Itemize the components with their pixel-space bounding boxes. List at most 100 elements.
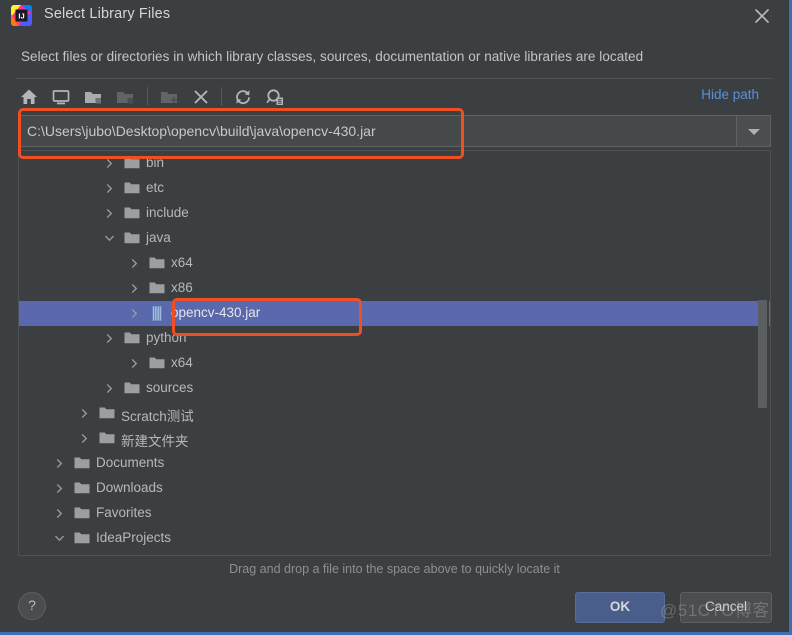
toolbar-separator-2 xyxy=(221,87,222,106)
chevron-right-icon[interactable] xyxy=(127,351,141,376)
tree-row[interactable]: include xyxy=(19,201,770,226)
folder-icon xyxy=(149,356,165,371)
window-title: Select Library Files xyxy=(44,6,171,22)
tree-row[interactable]: sources xyxy=(19,376,770,401)
path-combo[interactable] xyxy=(18,115,771,147)
folder-icon xyxy=(124,331,140,346)
folder-up-icon xyxy=(112,84,138,110)
tree-row-label: Documents xyxy=(96,455,165,470)
tree-row-label: Downloads xyxy=(96,480,163,495)
cancel-label: Cancel xyxy=(704,599,748,614)
tree-row-label: python xyxy=(146,330,187,345)
drag-drop-hint: Drag and drop a file into the space abov… xyxy=(229,562,560,576)
hide-path-link[interactable]: Hide path xyxy=(701,87,759,102)
file-chooser-toolbar: Hide path xyxy=(16,82,773,112)
ok-label: OK xyxy=(609,599,631,614)
chevron-right-icon[interactable] xyxy=(52,476,66,501)
select-library-files-dialog: IJ Select Library Files Select files or … xyxy=(0,0,792,635)
tree-row-label: Favorites xyxy=(96,505,152,520)
folder-module-icon[interactable] xyxy=(80,84,106,110)
header-divider xyxy=(16,78,773,79)
folder-icon xyxy=(74,531,90,546)
close-icon[interactable] xyxy=(751,5,773,27)
chevron-right-icon[interactable] xyxy=(127,276,141,301)
help-button[interactable]: ? xyxy=(18,592,46,620)
tree-row-label: sources xyxy=(146,380,194,395)
home-icon[interactable] xyxy=(16,84,42,110)
tree-row[interactable]: python xyxy=(19,326,770,351)
folder-icon xyxy=(124,231,140,246)
folder-icon xyxy=(124,181,140,196)
folder-icon xyxy=(124,381,140,396)
chevron-right-icon[interactable] xyxy=(77,401,91,426)
folder-add-icon xyxy=(156,84,182,110)
folder-icon xyxy=(74,481,90,496)
folder-icon xyxy=(149,281,165,296)
tree-scrollbar-track[interactable] xyxy=(758,152,769,555)
cancel-button[interactable]: Cancel xyxy=(680,592,772,623)
tree-row-label: x64 xyxy=(171,355,193,370)
tree-row[interactable]: etc xyxy=(19,176,770,201)
desktop-icon[interactable] xyxy=(48,84,74,110)
tree-row[interactable]: x64 xyxy=(19,251,770,276)
tree-row-label: include xyxy=(146,205,189,220)
toolbar-separator-1 xyxy=(147,87,148,106)
chevron-down-icon[interactable] xyxy=(52,526,66,551)
folder-icon xyxy=(74,456,90,471)
chevron-right-icon[interactable] xyxy=(52,451,66,476)
tree-row[interactable]: Documents xyxy=(19,451,770,476)
tree-row[interactable]: Favorites xyxy=(19,501,770,526)
intellij-idea-logo-icon: IJ xyxy=(11,5,32,26)
tree-row[interactable]: x86 xyxy=(19,276,770,301)
folder-icon xyxy=(99,406,115,421)
title-bar: IJ Select Library Files xyxy=(0,0,789,32)
folder-icon xyxy=(74,506,90,521)
tree-row[interactable]: x64 xyxy=(19,351,770,376)
jar-icon xyxy=(149,306,165,321)
ok-button[interactable]: OK xyxy=(575,592,665,623)
tree-row-label: java xyxy=(146,230,171,245)
tree-row-label: x64 xyxy=(171,255,193,270)
chevron-right-icon[interactable] xyxy=(77,551,91,555)
tree-scrollbar-thumb[interactable] xyxy=(758,300,767,408)
folder-icon xyxy=(149,256,165,271)
tree-row-label: x86 xyxy=(171,280,193,295)
file-tree[interactable]: bin etc include java x64 x86 opencv-430.jar pyt… xyxy=(19,151,770,555)
tree-row[interactable]: IdeaProjects xyxy=(19,526,770,551)
tree-row[interactable]: Scratch测试 xyxy=(19,401,770,426)
refresh-icon[interactable] xyxy=(230,84,256,110)
tree-row-selected[interactable]: opencv-430.jar xyxy=(19,301,770,326)
tree-row-label: Scratch测试 xyxy=(121,409,194,424)
svg-text:IJ: IJ xyxy=(18,11,24,20)
show-hidden-icon[interactable] xyxy=(262,84,288,110)
chevron-right-icon[interactable] xyxy=(102,176,116,201)
chevron-down-icon[interactable] xyxy=(736,116,770,146)
tree-row-label: IdeaProjects xyxy=(96,530,172,545)
tree-row[interactable]: java xyxy=(19,226,770,251)
tree-row-label: etc xyxy=(146,180,165,195)
file-tree-panel[interactable]: bin etc include java x64 x86 opencv-430.jar pyt… xyxy=(18,150,771,556)
help-label: ? xyxy=(28,597,36,613)
path-input[interactable] xyxy=(19,116,735,146)
chevron-right-icon[interactable] xyxy=(127,301,141,326)
tree-row[interactable]: Downloads xyxy=(19,476,770,501)
folder-icon xyxy=(124,156,140,171)
chevron-right-icon[interactable] xyxy=(102,201,116,226)
tree-row-label: 新建文件夹 xyxy=(121,434,189,449)
folder-icon xyxy=(124,206,140,221)
delete-x-icon[interactable] xyxy=(188,84,214,110)
tree-row[interactable]: bin xyxy=(19,151,770,176)
chevron-right-icon[interactable] xyxy=(102,376,116,401)
tree-row[interactable] xyxy=(19,551,770,555)
chevron-right-icon[interactable] xyxy=(52,501,66,526)
chevron-right-icon[interactable] xyxy=(102,151,116,176)
tree-row[interactable]: 新建文件夹 xyxy=(19,426,770,451)
chevron-right-icon[interactable] xyxy=(77,426,91,451)
dialog-description: Select files or directories in which lib… xyxy=(21,49,644,64)
folder-icon xyxy=(99,431,115,446)
chevron-down-icon[interactable] xyxy=(102,226,116,251)
chevron-right-icon[interactable] xyxy=(102,326,116,351)
chevron-right-icon[interactable] xyxy=(127,251,141,276)
tree-row-label: bin xyxy=(146,155,165,170)
tree-row-label: opencv-430.jar xyxy=(171,305,261,320)
